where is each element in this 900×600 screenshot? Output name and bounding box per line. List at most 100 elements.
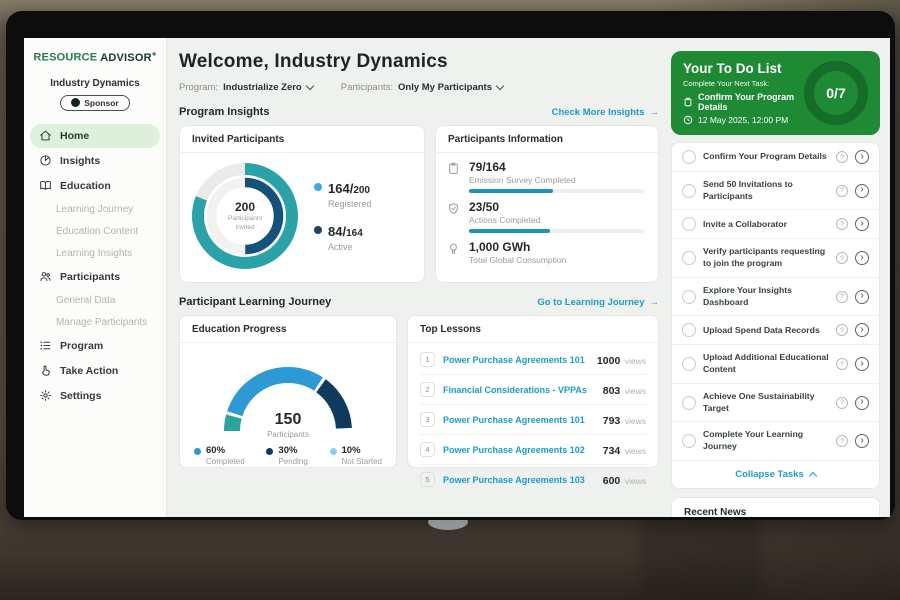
lesson-title-link[interactable]: Power Purchase Agreements 101 <box>443 355 589 365</box>
lesson-row: 5 Power Purchase Agreements 103 600 view… <box>420 465 646 494</box>
donut-legend: 164/200 Registered 84/164 Active <box>314 180 372 252</box>
participants-filter-label: Participants: <box>341 82 393 93</box>
chevron-right-icon[interactable]: › <box>855 251 869 265</box>
help-icon[interactable]: ? <box>836 185 848 197</box>
chevron-right-icon[interactable]: › <box>855 434 869 448</box>
chevron-right-icon[interactable]: › <box>855 323 869 337</box>
go-to-learning-journey-link[interactable]: Go to Learning Journey → <box>537 297 659 308</box>
sidebar-item[interactable]: Education Content <box>30 221 160 242</box>
todo-task-row[interactable]: Send 50 Invitations to Participants ? › <box>672 172 879 210</box>
main-content: Welcome, Industry Dynamics Program: Indu… <box>167 38 890 517</box>
help-icon[interactable]: ? <box>836 358 848 370</box>
task-checkbox[interactable] <box>682 357 696 371</box>
sponsor-badge[interactable]: Sponsor <box>24 95 166 111</box>
sidebar-item[interactable]: Take Action <box>30 359 160 383</box>
help-icon[interactable]: ? <box>836 252 848 264</box>
legend-value: 84/ <box>328 224 346 239</box>
sidebar-item-label: Home <box>60 130 89 142</box>
center-column: Welcome, Industry Dynamics Program: Indu… <box>179 51 659 517</box>
sidebar-item[interactable]: Insights <box>30 149 160 173</box>
todo-subtitle: Complete Your Next Task: <box>683 79 796 88</box>
lesson-views: 803 views <box>603 381 646 399</box>
learning-journey-title: Participant Learning Journey <box>179 296 331 308</box>
sidebar-item[interactable]: Manage Participants <box>30 312 160 333</box>
todo-task-row[interactable]: Upload Spend Data Records ? › <box>672 316 879 345</box>
sidebar-item-label: Participants <box>60 271 120 283</box>
task-checkbox[interactable] <box>682 396 696 410</box>
gauge-legend: 60% Completed 30% Pending <box>188 439 388 466</box>
todo-title: Your To Do List <box>683 61 796 76</box>
sidebar-item-label: Manage Participants <box>56 317 147 328</box>
todo-task-row[interactable]: Complete Your Learning Journey ? › <box>672 422 879 460</box>
todo-task-row[interactable]: Achieve One Sustainability Target ? › <box>672 384 879 422</box>
help-icon[interactable]: ? <box>836 218 848 230</box>
education-icon <box>38 179 52 193</box>
help-icon[interactable]: ? <box>836 397 848 409</box>
chevron-right-icon[interactable]: › <box>855 396 869 410</box>
legend-label: Pending <box>278 457 307 466</box>
task-checkbox[interactable] <box>682 434 696 448</box>
participants-filter-value: Only My Participants <box>398 82 492 93</box>
legend-value: 164/ <box>328 181 353 196</box>
task-checkbox[interactable] <box>682 290 696 304</box>
sidebar-item[interactable]: Settings <box>30 384 160 408</box>
chevron-right-icon[interactable]: › <box>855 184 869 198</box>
todo-header-panel: Your To Do List Complete Your Next Task:… <box>671 51 880 135</box>
sidebar-item[interactable]: Learning Insights <box>30 243 160 264</box>
task-checkbox[interactable] <box>682 323 696 337</box>
legend-label: Completed <box>206 457 245 466</box>
stat-label: Emission Survey Completed <box>469 175 644 185</box>
sponsor-label: Sponsor <box>84 98 118 108</box>
lesson-rank-badge: 4 <box>420 442 435 457</box>
sidebar-item[interactable]: Participants <box>30 265 160 289</box>
collapse-tasks-link[interactable]: Collapse Tasks <box>672 461 879 488</box>
top-lessons-card: Top Lessons 1 Power Purchase Agreements … <box>407 315 659 468</box>
todo-task-row[interactable]: Confirm Your Program Details ? › <box>672 143 879 172</box>
lesson-title-link[interactable]: Power Purchase Agreements 102 <box>443 445 595 455</box>
stat-row: 79/164 Emission Survey Completed <box>446 160 644 193</box>
help-icon[interactable]: ? <box>836 291 848 303</box>
sidebar-item[interactable]: General Data <box>30 290 160 311</box>
stat-value: 23/50 <box>469 200 644 214</box>
task-checkbox[interactable] <box>682 150 696 164</box>
sidebar-item-label: Program <box>60 340 103 352</box>
sidebar-item[interactable]: Home <box>30 124 160 148</box>
lesson-row: 3 Power Purchase Agreements 101 793 view… <box>420 405 646 435</box>
lesson-row: 1 Power Purchase Agreements 101 1000 vie… <box>420 345 646 375</box>
donut-legend-item: 164/200 Registered <box>314 180 372 209</box>
lesson-row: 4 Power Purchase Agreements 102 734 view… <box>420 435 646 465</box>
help-icon[interactable]: ? <box>836 324 848 336</box>
take-action-icon <box>38 364 52 378</box>
chevron-right-icon[interactable]: › <box>855 217 869 231</box>
lesson-title-link[interactable]: Power Purchase Agreements 103 <box>443 475 595 485</box>
sidebar-item[interactable]: Learning Journey <box>30 199 160 220</box>
help-icon[interactable]: ? <box>836 435 848 447</box>
sidebar-item-label: Settings <box>60 390 101 402</box>
lesson-title-link[interactable]: Financial Considerations - VPPAs <box>443 385 595 395</box>
chevron-right-icon[interactable]: › <box>855 357 869 371</box>
program-filter-dropdown[interactable]: Program: Industrialize Zero <box>179 82 313 93</box>
task-label: Upload Additional Educational Content <box>703 352 829 375</box>
sidebar-item[interactable]: Education <box>30 174 160 198</box>
lesson-rank-badge: 1 <box>420 352 435 367</box>
task-label: Upload Spend Data Records <box>703 325 829 337</box>
sidebar-item[interactable]: Program <box>30 334 160 358</box>
arrow-right-icon: → <box>650 107 660 118</box>
chevron-right-icon[interactable]: › <box>855 150 869 164</box>
check-more-insights-link[interactable]: Check More Insights → <box>552 107 659 118</box>
participants-filter-dropdown[interactable]: Participants: Only My Participants <box>341 82 503 93</box>
todo-task-row[interactable]: Verify participants requesting to join t… <box>672 239 879 277</box>
legend-value: 30% <box>278 445 307 456</box>
task-checkbox[interactable] <box>682 251 696 265</box>
actions-icon <box>446 202 461 233</box>
task-checkbox[interactable] <box>682 184 696 198</box>
chevron-right-icon[interactable]: › <box>855 290 869 304</box>
legend-label: Not Started <box>342 457 382 466</box>
task-checkbox[interactable] <box>682 217 696 231</box>
chevron-down-icon <box>496 82 504 90</box>
todo-task-row[interactable]: Explore Your Insights Dashboard ? › <box>672 278 879 316</box>
todo-task-row[interactable]: Invite a Collaborator ? › <box>672 210 879 239</box>
help-icon[interactable]: ? <box>836 151 848 163</box>
todo-task-row[interactable]: Upload Additional Educational Content ? … <box>672 345 879 383</box>
lesson-title-link[interactable]: Power Purchase Agreements 101 <box>443 415 595 425</box>
